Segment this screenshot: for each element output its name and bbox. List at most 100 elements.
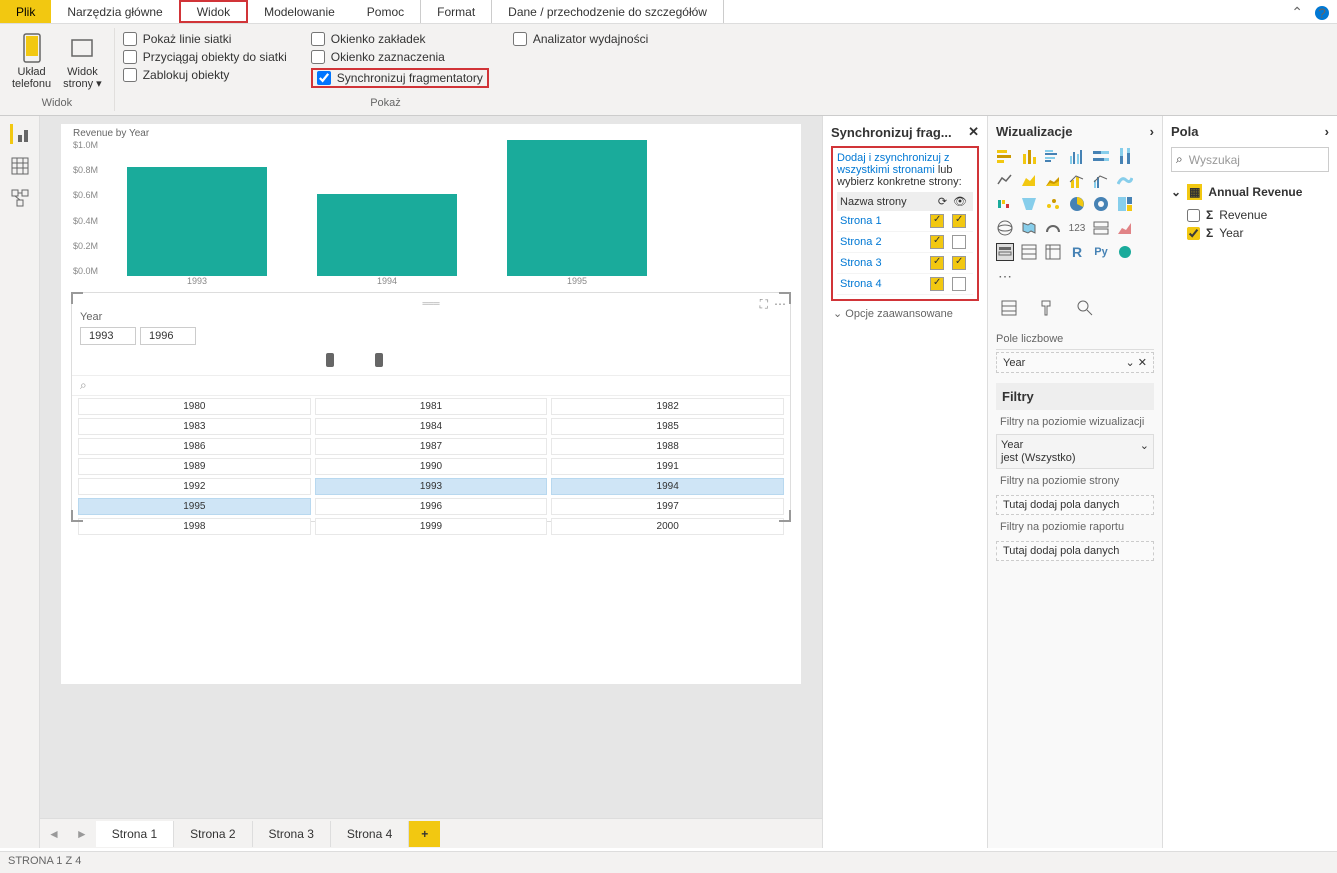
year-cell[interactable]: 1989 [78,458,311,475]
year-cell[interactable]: 1998 [78,518,311,535]
fields-tool-icon[interactable] [1000,299,1018,317]
filter-card-year[interactable]: Year⌄ jest (Wszystko) [996,434,1154,469]
resize-handle-bl[interactable] [71,510,83,522]
year-cell[interactable]: 1997 [551,498,784,515]
year-cell[interactable]: 1984 [315,418,548,435]
viz-matrix-icon[interactable] [1044,243,1062,261]
tab-home[interactable]: Narzędzia główne [51,0,178,23]
model-view-icon[interactable] [10,188,30,208]
close-pane-icon[interactable]: ✕ [968,124,979,140]
range-thumb-end[interactable] [375,353,383,367]
filter-drop-page[interactable]: Tutaj dodaj pola danych [996,495,1154,515]
filter-drop-report[interactable]: Tutaj dodaj pola danych [996,541,1154,561]
page-tab[interactable]: Strona 3 [253,821,331,847]
advanced-options[interactable]: ⌄ Opcje zaawansowane [831,301,979,326]
fields-search[interactable]: ⌕Wyszukaj [1171,147,1329,172]
chevron-right-icon[interactable]: › [1150,124,1154,139]
year-cell[interactable]: 1993 [315,478,548,495]
add-page-button[interactable]: + [409,821,440,847]
viz-kpi-icon[interactable] [1116,219,1134,237]
viz-gauge-icon[interactable] [1044,219,1062,237]
year-cell[interactable]: 1996 [315,498,548,515]
page-tab[interactable]: Strona 1 [96,821,174,847]
viz-card-icon[interactable]: 123 [1068,219,1086,237]
slicer-search[interactable]: ⌕ [72,375,790,396]
year-cell[interactable]: 1999 [315,518,548,535]
viz-custom-icon[interactable]: ⋯ [996,267,1014,285]
viz-ribbon-icon[interactable] [1116,171,1134,189]
cb-sync-slicers[interactable]: Synchronizuj fragmentatory [311,68,489,88]
viz-line-icon[interactable] [996,171,1014,189]
year-cell[interactable]: 1990 [315,458,548,475]
year-cell[interactable]: 1981 [315,398,548,415]
viz-donut-icon[interactable] [1092,195,1110,213]
year-cell[interactable]: 1986 [78,438,311,455]
tab-file[interactable]: Plik [0,0,51,23]
viz-100-column-icon[interactable] [1116,147,1134,165]
report-canvas[interactable]: Revenue by Year $1.0M$0.8M$0.6M$0.4M$0.2… [61,124,801,684]
resize-handle-br[interactable] [779,510,791,522]
viz-multi-card-icon[interactable] [1092,219,1110,237]
viz-table-icon[interactable] [1020,243,1038,261]
cb-selection[interactable]: Okienko zaznaczenia [311,50,489,64]
year-cell[interactable]: 1983 [78,418,311,435]
cb-bookmarks[interactable]: Okienko zakładek [311,32,489,46]
range-thumb-start[interactable] [326,353,334,367]
page-tab[interactable]: Strona 4 [331,821,409,847]
year-cell[interactable]: 1995 [78,498,311,515]
visible-checkbox[interactable] [952,256,966,270]
sync-row[interactable]: Strona 4 [837,274,973,295]
viz-map-icon[interactable] [996,219,1014,237]
slicer-to-value[interactable]: 1996 [140,327,196,345]
viz-stacked-area-icon[interactable] [1044,171,1062,189]
viz-treemap-icon[interactable] [1116,195,1134,213]
visible-checkbox[interactable] [952,235,966,249]
help-icon[interactable]: ? [1315,6,1329,20]
viz-area-icon[interactable] [1020,171,1038,189]
page-view-button[interactable]: Widok strony ▾ [59,28,106,94]
field-item[interactable]: Σ Year [1171,224,1329,242]
range-slider[interactable] [82,351,780,371]
viz-arcgis-icon[interactable] [1116,243,1134,261]
tab-modeling[interactable]: Modelowanie [248,0,351,23]
viz-slicer-icon[interactable] [996,243,1014,261]
analytics-tool-icon[interactable] [1076,299,1094,317]
page-tab[interactable]: Strona 2 [174,821,252,847]
year-cell[interactable]: 1988 [551,438,784,455]
sync-checkbox[interactable] [930,277,944,291]
slicer-visual[interactable]: ═══ ⛶ ⋯ Year 1993 1996 ⌕ 198019811982198… [71,292,791,522]
sync-checkbox[interactable] [930,214,944,228]
chevron-right-icon[interactable]: › [1325,124,1329,139]
drag-grip-icon[interactable]: ═══ [422,299,439,308]
viz-100-bar-icon[interactable] [1092,147,1110,165]
viz-pie-icon[interactable] [1068,195,1086,213]
sync-row[interactable]: Strona 3 [837,253,973,274]
year-cell[interactable]: 2000 [551,518,784,535]
page-next-icon[interactable]: ► [68,827,96,841]
tab-view[interactable]: Widok [179,0,248,23]
sync-checkbox[interactable] [930,235,944,249]
report-view-icon[interactable] [10,124,30,144]
viz-python-icon[interactable]: Py [1092,243,1110,261]
viz-funnel-icon[interactable] [1020,195,1038,213]
viz-clustered-column-icon[interactable] [1068,147,1086,165]
tab-format[interactable]: Format [420,0,491,23]
year-cell[interactable]: 1985 [551,418,784,435]
visible-checkbox[interactable] [952,214,966,228]
year-cell[interactable]: 1987 [315,438,548,455]
year-cell[interactable]: 1994 [551,478,784,495]
year-cell[interactable]: 1991 [551,458,784,475]
visible-checkbox[interactable] [952,277,966,291]
field-drop-year[interactable]: Year⌄ ✕ [996,352,1154,373]
viz-filled-map-icon[interactable] [1020,219,1038,237]
sync-all-link[interactable]: Dodaj i zsynchronizuj z wszystkimi stron… [837,152,950,176]
viz-stacked-bar-icon[interactable] [996,147,1014,165]
viz-stacked-column-icon[interactable] [1020,147,1038,165]
tab-data-drill[interactable]: Dane / przechodzenie do szczegółów [491,0,724,23]
more-options-icon[interactable]: ⋯ [774,297,786,312]
page-prev-icon[interactable]: ◄ [40,827,68,841]
data-view-icon[interactable] [10,156,30,176]
tab-help[interactable]: Pomoc [351,0,420,23]
year-cell[interactable]: 1980 [78,398,311,415]
chevron-up-icon[interactable]: ⌃ [1291,4,1303,21]
